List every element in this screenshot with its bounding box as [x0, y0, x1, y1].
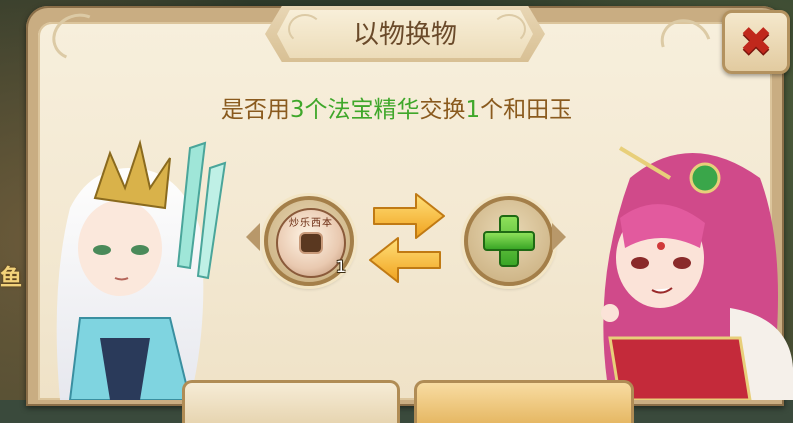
item-count: 1: [335, 257, 346, 276]
coin-inscription: 炒乐西本: [289, 218, 333, 229]
given-item-name: 法宝精华: [327, 97, 420, 123]
given-item-slot[interactable]: 炒乐西本 1: [264, 196, 354, 286]
close-icon: ✖: [739, 19, 773, 65]
confirm-button[interactable]: [414, 380, 634, 423]
received-unit: 个: [480, 97, 504, 123]
target-item-slot[interactable]: [464, 196, 554, 286]
given-unit: 个: [304, 97, 328, 123]
slot-left-wing-icon: [246, 223, 260, 251]
given-amount: 3: [289, 97, 305, 123]
coin-hole: [301, 234, 321, 252]
plus-icon: [483, 215, 535, 267]
background-side-text: 鱼: [0, 266, 23, 291]
prompt-text: 交换: [419, 97, 466, 123]
exchange-arrows-icon: [369, 193, 445, 283]
dialog-title: 以物换物: [352, 20, 457, 50]
prompt-text: 是否用: [220, 97, 290, 123]
slot-right-wing-icon: [552, 223, 566, 251]
received-amount: 1: [465, 97, 481, 123]
left-character-art: [56, 139, 227, 400]
received-item-name: 和田玉: [503, 97, 573, 123]
cancel-button[interactable]: [182, 380, 400, 423]
right-character-art: [601, 146, 793, 400]
close-button[interactable]: ✖: [722, 10, 790, 74]
exchange-prompt: 是否用3个法宝精华交换1个和田玉: [0, 94, 793, 126]
